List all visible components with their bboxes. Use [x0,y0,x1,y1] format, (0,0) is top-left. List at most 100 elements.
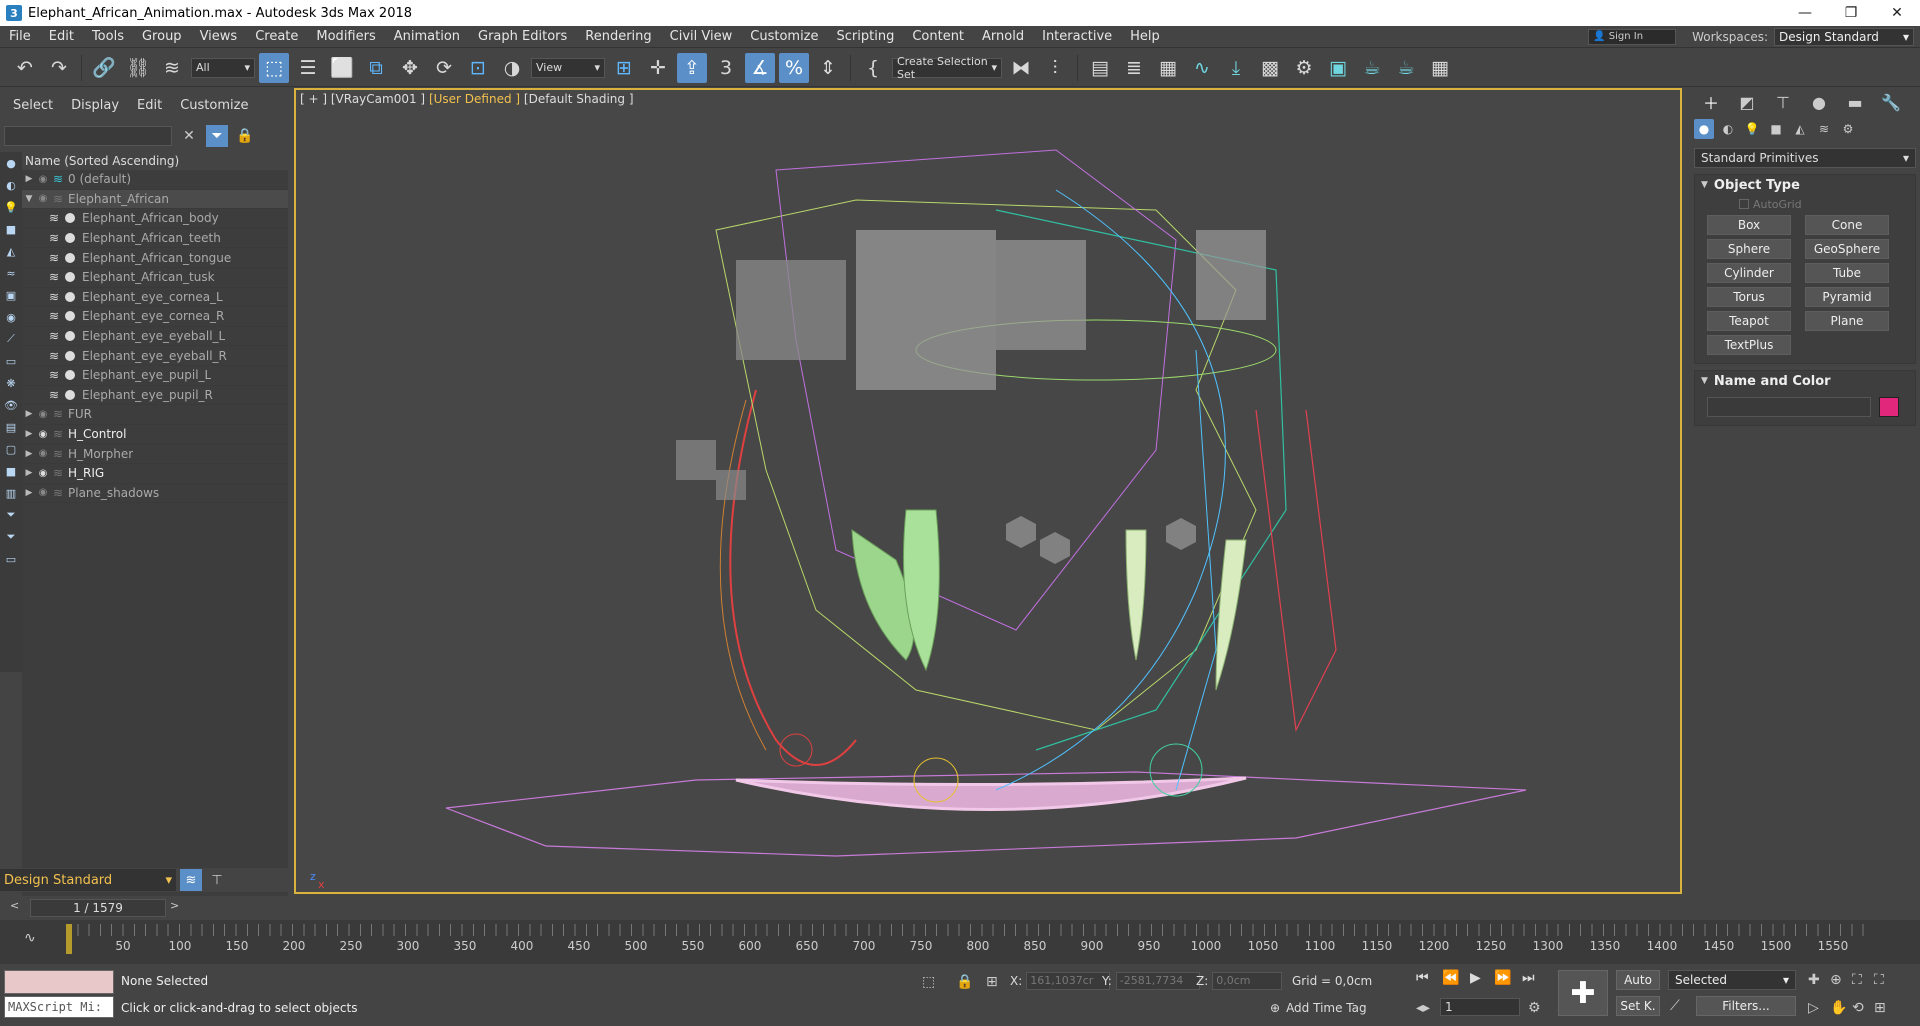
next-frame-icon[interactable]: ⏩ [1494,970,1511,986]
hierarchy-tab-icon[interactable]: ⊤ [1770,90,1796,114]
select-object-icon[interactable]: ⬚ [259,52,289,83]
undo-icon[interactable]: ↶ [10,53,40,83]
expand-triangle-icon[interactable]: ▶ [22,409,36,419]
orbit-icon[interactable]: ⟲ [1852,1000,1864,1016]
menu-tools[interactable]: Tools [83,29,133,44]
torus-button[interactable]: Torus [1707,287,1791,307]
lights-icon[interactable]: 💡 [1742,119,1762,139]
menu-animation[interactable]: Animation [385,29,469,44]
maxscript-mini-listener[interactable]: MAXScript Mi: [4,996,114,1018]
geosphere-button[interactable]: GeoSphere [1805,239,1889,259]
scene-tree-row[interactable]: ≋ Elephant_eye_pupil_L [22,366,288,386]
time-slider-prev[interactable]: < [10,899,24,917]
freeze-toggle-icon[interactable]: ≋ [46,329,62,343]
freeze-toggle-icon[interactable]: ≋ [46,309,62,323]
geometry-icon[interactable]: ● [1694,119,1714,139]
zoom-icon[interactable]: ✚ [1808,972,1820,988]
primitive-category-dropdown[interactable]: Standard Primitives ▾ [1694,148,1916,168]
material-editor-icon[interactable]: ▩ [1255,53,1285,83]
modify-tab-icon[interactable]: ◩ [1734,90,1760,114]
add-time-tag[interactable]: ⊕ Add Time Tag [1270,1001,1367,1015]
angle-snap-icon[interactable]: ∡ [745,52,775,83]
display-tab-icon[interactable]: ▬ [1842,90,1868,114]
y-field[interactable]: -2581,7734 [1115,972,1200,990]
invert-display-icon[interactable]: ▥ [3,484,19,502]
menu-create[interactable]: Create [246,29,307,44]
display-none-icon[interactable]: ■ [3,462,19,480]
default-in-out-tangents-icon[interactable]: ⟋ [1670,998,1680,1014]
time-slider[interactable]: 1 / 1579 [30,899,166,917]
expand-triangle-icon[interactable]: ▶ [22,429,36,439]
keyboard-shortcut-override-icon[interactable]: ⇪ [677,52,707,83]
visibility-toggle-icon[interactable]: ◉ [36,468,50,479]
cylinder-button[interactable]: Cylinder [1707,263,1791,283]
expand-triangle-icon[interactable]: ▶ [22,174,36,184]
spacewarps-icon[interactable]: ≋ [1814,119,1834,139]
particles-filter-icon[interactable]: ❋ [3,374,19,392]
groups-filter-icon[interactable]: ▣ [3,286,19,304]
workspace-dropdown[interactable]: Design Standard ▾ [1774,27,1914,46]
render-setup-icon[interactable]: ⚙ [1289,53,1319,83]
go-to-end-icon[interactable]: ⏭ [1522,970,1535,986]
scene-tree-row[interactable]: ≋ Elephant_African_tusk [22,268,288,288]
menu-help[interactable]: Help [1121,29,1169,44]
cameras-filter-icon[interactable]: ■ [3,220,19,238]
absolute-transform-icon[interactable]: ⊞ [986,974,998,990]
toggle-ribbon-icon[interactable]: ▦ [1153,53,1183,83]
freeze-toggle-icon[interactable]: ≋ [46,368,62,382]
plane-button[interactable]: Plane [1805,311,1889,331]
pan-view-icon[interactable]: ✋ [1830,1000,1847,1016]
tube-button[interactable]: Tube [1805,263,1889,283]
render-in-cloud-icon[interactable]: ▦ [1425,53,1455,83]
window-crossing-icon[interactable]: ⧉ [361,53,391,83]
edit-named-selection-icon[interactable]: { [858,53,888,83]
menu-graph-editors[interactable]: Graph Editors [469,29,576,44]
previous-frame-icon[interactable]: ⏪ [1442,970,1459,986]
menu-content[interactable]: Content [903,29,973,44]
pyramid-button[interactable]: Pyramid [1805,287,1889,307]
key-filters-button[interactable]: Filters... [1696,996,1796,1016]
menu-arnold[interactable]: Arnold [973,29,1033,44]
create-tab-icon[interactable]: ＋ [1698,90,1724,114]
cone-button[interactable]: Cone [1805,215,1889,235]
systems-icon[interactable]: ⚙ [1838,119,1858,139]
mirror-icon[interactable]: ⧓ [1006,53,1036,83]
zoom-extents-all-icon[interactable]: ⛶ [1874,972,1884,988]
box-button[interactable]: Box [1707,215,1791,235]
visibility-toggle-icon[interactable]: ◉ [36,193,50,204]
frame-ruler[interactable]: 50 100 150 200 250 300 350 400 450 500 550 600 650 70… [66,924,1866,960]
link-icon[interactable]: 🔗 [89,53,119,83]
visibility-toggle-icon[interactable]: ◉ [36,448,50,459]
xrefs-filter-icon[interactable]: ◉ [3,308,19,326]
scene-tree-row[interactable]: ≋ Elephant_eye_cornea_R [22,307,288,327]
helpers-filter-icon[interactable]: ◭ [3,242,19,260]
place-icon[interactable]: ◑ [497,53,527,83]
scene-tree-row[interactable]: ≋ Elephant_eye_eyeball_R [22,346,288,366]
visibility-toggle-icon[interactable]: ◉ [36,487,50,498]
x-field[interactable]: 161,1037cr [1026,972,1111,990]
display-all-icon[interactable]: ▢ [3,440,19,458]
key-mode-toggle-icon[interactable]: ◂▸ [1416,1000,1430,1016]
field-of-view-icon[interactable]: ▷ [1808,1000,1819,1016]
visibility-toggle-icon[interactable]: ◉ [36,409,50,420]
current-frame-field[interactable]: 1 [1440,998,1520,1016]
time-slider-next[interactable]: > [170,899,184,917]
auto-key-button[interactable]: Auto [1616,970,1660,990]
clear-icon[interactable]: ✕ [178,125,200,147]
freeze-toggle-icon[interactable]: ≋ [46,231,62,245]
containers-filter-icon[interactable]: ▭ [3,352,19,370]
scene-tree-row[interactable]: ≋ Elephant_eye_pupil_R [22,386,288,406]
set-keys-icon[interactable]: ✚ [1558,970,1608,1016]
motion-tab-icon[interactable]: ● [1806,90,1832,114]
scene-tree-row[interactable]: ▶ ◉ ≋ Plane_shadows [22,484,288,504]
viewport-label[interactable]: [ + ] [VRayCam001 ] [User Defined ] [Def… [300,92,634,106]
freeze-toggle-icon[interactable]: ≋ [46,270,62,284]
scene-tree-row[interactable]: ▶ ◉ ≋ H_Control [22,425,288,445]
rotate-icon[interactable]: ⟳ [429,53,459,83]
visibility-filter-icon[interactable]: 👁 [3,396,19,414]
select-manipulate-icon[interactable]: ✛ [643,53,673,83]
named-selection-set-dropdown[interactable]: Create Selection Set ▾ [892,55,1002,81]
freeze-toggle-icon[interactable]: ≋ [46,349,62,363]
selection-lock-icon[interactable]: 🔒 [956,974,973,990]
geometry-filter-icon[interactable]: ● [3,154,19,172]
